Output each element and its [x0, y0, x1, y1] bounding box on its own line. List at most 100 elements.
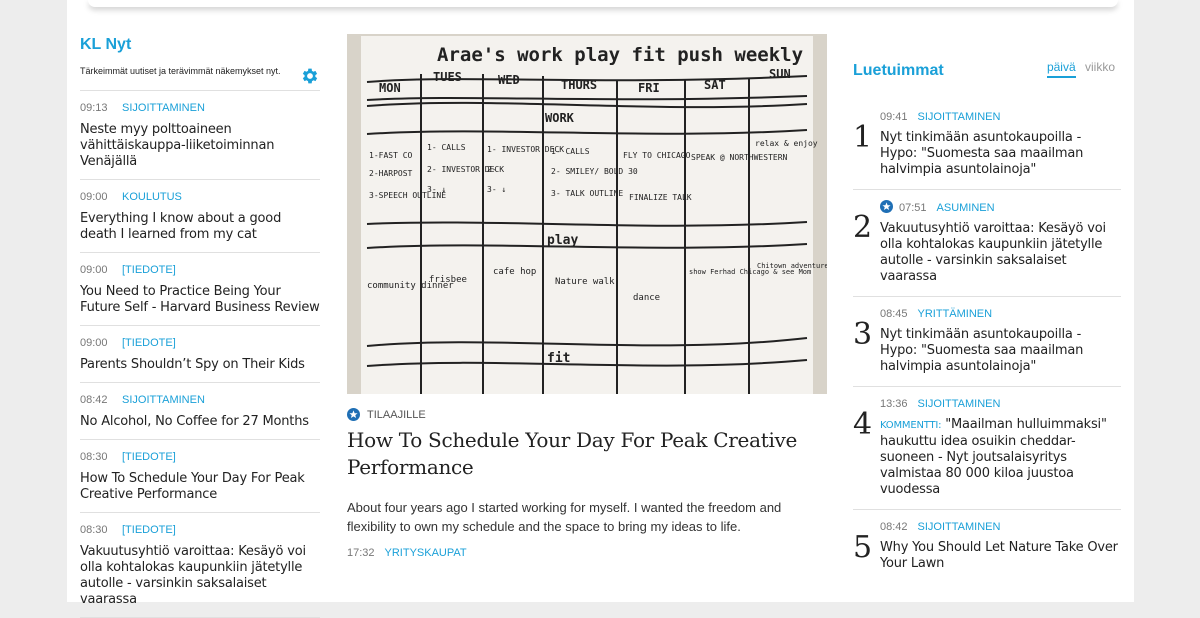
item-time: 13:36	[880, 398, 908, 410]
play-note: dance	[633, 293, 660, 303]
feed-item[interactable]: 08:42 SIJOITTAMINEN No Alcohol, No Coffee…	[80, 383, 320, 440]
subscriber-label: TILAAJILLE	[367, 408, 426, 421]
top-bar	[88, 0, 1118, 7]
feed-item[interactable]: 09:00 [TIEDOTE] Parents Shouldn’t Spy on …	[80, 326, 320, 383]
tab-day[interactable]: päivä	[1046, 60, 1076, 78]
row-label-fit: fit	[547, 351, 570, 366]
row-label-work: WORK	[545, 111, 575, 125]
item-time: 09:00	[80, 264, 108, 276]
row-label-play: play	[547, 233, 578, 248]
day-label: SAT	[704, 78, 726, 92]
work-note: relax & enjoy	[755, 139, 818, 148]
work-note: 2-	[487, 165, 497, 174]
article-title[interactable]: How To Schedule Your Day For Peak Creati…	[347, 427, 827, 481]
item-category[interactable]: ASUMINEN	[937, 202, 995, 214]
item-category[interactable]: [TIEDOTE]	[122, 451, 176, 463]
day-label: WED	[498, 73, 520, 87]
article-lede: About four years ago I started working f…	[347, 500, 782, 534]
item-time: 09:00	[80, 337, 108, 349]
item-time: 08:30	[80, 524, 108, 536]
item-headline[interactable]: Vakuutusyhtiö varoittaa: Kesäyö voi olla…	[80, 544, 320, 608]
star-badge-icon	[347, 408, 360, 421]
rank-number: 3	[853, 317, 873, 352]
star-badge-icon	[880, 200, 893, 213]
feed-item[interactable]: 08:30 [TIEDOTE] How To Schedule Your Day …	[80, 440, 320, 513]
list-item[interactable]: 2 07:51 ASUMINEN Vakuutusyhtiö varoittaa:…	[853, 190, 1121, 297]
work-note: FLY TO CHICAGO	[623, 151, 691, 160]
feed-title[interactable]: KL Nyt	[80, 34, 320, 56]
item-time: 08:42	[80, 394, 108, 406]
feed-list: 09:13 SIJOITTAMINEN Neste myy polttoainee…	[80, 90, 320, 618]
item-headline[interactable]: Parents Shouldn’t Spy on Their Kids	[80, 357, 320, 373]
day-label: MON	[379, 81, 401, 95]
item-headline[interactable]: You Need to Practice Being Your Future S…	[80, 284, 320, 316]
play-note: cafe hop	[493, 267, 536, 277]
most-read-title: Luetuimmat	[853, 62, 944, 79]
item-time: 08:42	[880, 521, 908, 533]
work-note: FINALIZE TALK	[629, 193, 692, 202]
item-headline[interactable]: Vakuutusyhtiö varoittaa: Kesäyö voi olla…	[880, 221, 1121, 285]
item-time: 09:41	[880, 111, 908, 123]
work-note: 2- SMILEY/ BOLD 30	[551, 167, 638, 176]
kl-nyt-feed: KL Nyt Tärkeimmät uutiset ja terävimmät …	[80, 34, 320, 618]
item-category[interactable]: SIJOITTAMINEN	[918, 521, 1001, 533]
gear-icon[interactable]	[300, 66, 320, 86]
work-note: 1- CALLS	[427, 143, 466, 152]
item-headline[interactable]: No Alcohol, No Coffee for 27 Months	[80, 414, 320, 430]
item-headline[interactable]: How To Schedule Your Day For Peak Creati…	[80, 471, 320, 503]
work-note: 1-FAST CO	[369, 151, 413, 160]
work-note: 3- TALK OUTLINE	[551, 189, 623, 198]
item-category[interactable]: SIJOITTAMINEN	[122, 394, 205, 406]
item-time: 08:30	[80, 451, 108, 463]
play-note: frisbee	[429, 275, 467, 285]
item-category[interactable]: SIJOITTAMINEN	[122, 102, 205, 114]
most-read: Luetuimmat päivä viikko 1 09:41 SIJOITTAM…	[853, 58, 1121, 583]
feed-item[interactable]: 09:00 KOULUTUS Everything I know about a …	[80, 180, 320, 253]
feed-subtitle: Tärkeimmät uutiset ja terävimmät näkemyk…	[80, 66, 281, 76]
item-headline[interactable]: Nyt tinkimään asuntokaupoilla - Hypo: "S…	[880, 327, 1121, 375]
play-note: Chitown adventure	[757, 262, 827, 270]
featured-article: Arae's work play fit push weekly MON TUE…	[347, 34, 827, 559]
work-note: 2-HARPOST	[369, 169, 413, 178]
work-note: 1- CALLS	[551, 147, 590, 156]
work-note: SPEAK @ NORTHWESTERN	[691, 153, 788, 162]
day-label: FRI	[638, 81, 660, 95]
item-headline[interactable]: Everything I know about a good death I l…	[80, 211, 320, 243]
item-headline[interactable]: Neste myy polttoaineen vähittäiskauppa-l…	[80, 122, 320, 170]
play-note: Nature walk	[555, 277, 615, 287]
article-meta: 17:32 YRITYSKAUPAT	[347, 547, 827, 559]
item-category[interactable]: YRITTÄMINEN	[918, 308, 993, 320]
day-label: THURS	[561, 78, 597, 92]
feed-item[interactable]: 08:30 [TIEDOTE] Vakuutusyhtiö varoittaa: …	[80, 513, 320, 618]
work-note: 3- ↓	[427, 185, 446, 194]
tab-week[interactable]: viikko	[1085, 60, 1115, 76]
item-category[interactable]: [TIEDOTE]	[122, 264, 176, 276]
item-time: 08:45	[880, 308, 908, 320]
day-label: TUES	[433, 70, 462, 84]
item-category[interactable]: SIJOITTAMINEN	[918, 111, 1001, 123]
list-item[interactable]: 1 09:41 SIJOITTAMINEN Nyt tinkimään asunt…	[853, 100, 1121, 190]
article-time: 17:32	[347, 547, 375, 559]
feed-item[interactable]: 09:00 [TIEDOTE] You Need to Practice Bein…	[80, 253, 320, 326]
most-read-list: 1 09:41 SIJOITTAMINEN Nyt tinkimään asunt…	[853, 100, 1121, 583]
list-item[interactable]: 4 13:36 SIJOITTAMINEN KOMMENTTI: "Maailma…	[853, 387, 1121, 510]
item-category[interactable]: [TIEDOTE]	[122, 524, 176, 536]
item-category[interactable]: SIJOITTAMINEN	[918, 398, 1001, 410]
rank-number: 2	[853, 210, 873, 245]
rank-number: 5	[853, 530, 873, 565]
hero-image[interactable]: Arae's work play fit push weekly MON TUE…	[347, 34, 827, 394]
list-item[interactable]: 5 08:42 SIJOITTAMINEN Why You Should Let …	[853, 510, 1121, 583]
item-time: 09:00	[80, 191, 108, 203]
article-category[interactable]: YRITYSKAUPAT	[385, 547, 467, 559]
item-headline[interactable]: KOMMENTTI: "Maailman hulluimmaksi" hauku…	[880, 417, 1121, 498]
feed-item[interactable]: 09:13 SIJOITTAMINEN Neste myy polttoainee…	[80, 91, 320, 180]
rank-number: 1	[853, 120, 873, 155]
day-label: SUN	[769, 67, 791, 81]
item-category[interactable]: [TIEDOTE]	[122, 337, 176, 349]
item-headline[interactable]: Nyt tinkimään asuntokaupoilla - Hypo: "S…	[880, 130, 1121, 178]
list-item[interactable]: 3 08:45 YRITTÄMINEN Nyt tinkimään asuntok…	[853, 297, 1121, 387]
comment-prefix: KOMMENTTI:	[880, 420, 942, 431]
item-headline[interactable]: Why You Should Let Nature Take Over Your…	[880, 540, 1121, 572]
article-label: TILAAJILLE	[347, 408, 827, 421]
item-category[interactable]: KOULUTUS	[122, 191, 182, 203]
